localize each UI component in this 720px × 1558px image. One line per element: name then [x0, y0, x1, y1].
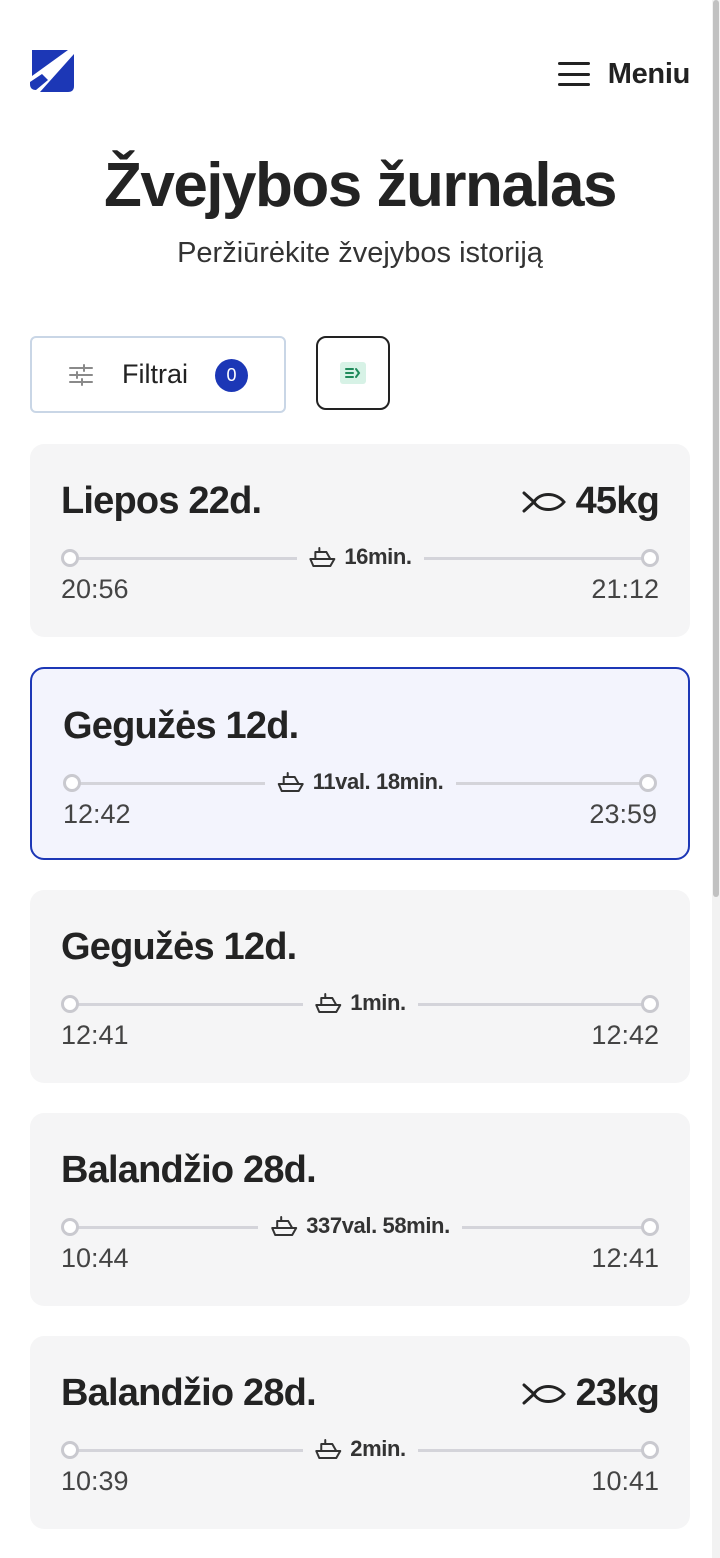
timeline-line — [77, 557, 297, 560]
trip-date: Balandžio 28d. — [61, 1372, 317, 1414]
timeline-start-dot — [61, 1441, 79, 1459]
trip-duration: 337val. 58min. — [258, 1213, 462, 1239]
sliders-icon — [69, 363, 93, 386]
sort-button[interactable] — [316, 336, 390, 410]
trip-start-time: 12:42 — [63, 799, 131, 829]
trip-card[interactable]: Gegužės 12d. 1min. 12:41 12:42 — [30, 890, 690, 1083]
header: Meniu — [0, 0, 712, 150]
timeline-end-dot — [641, 1218, 659, 1236]
trip-start-time: 10:44 — [61, 1243, 129, 1273]
boat-icon — [315, 1439, 342, 1459]
trip-end-time: 21:12 — [591, 574, 659, 604]
trip-duration-text: 1min. — [350, 990, 406, 1015]
sort-icon — [340, 362, 366, 384]
trip-duration: 16min. — [296, 544, 423, 570]
timeline-end-dot — [641, 1441, 659, 1459]
timeline-line — [417, 1449, 643, 1452]
trip-date: Balandžio 28d. — [61, 1149, 317, 1191]
trip-weight-value: 45kg — [575, 480, 660, 522]
filters-label: Filtrai — [122, 359, 188, 389]
timeline-start-dot — [63, 774, 81, 792]
timeline-line — [423, 557, 643, 560]
trip-weight: 45kg — [522, 480, 660, 523]
trip-duration-text: 2min. — [350, 1436, 406, 1461]
filter-count-badge: 0 — [215, 359, 248, 392]
trip-end-time: 10:41 — [591, 1466, 659, 1496]
boat-icon — [315, 993, 342, 1013]
trip-date: Gegužės 12d. — [63, 705, 299, 747]
filters-button[interactable]: Filtrai 0 — [30, 336, 286, 413]
trip-start-time: 10:39 — [61, 1466, 129, 1496]
trip-start-time: 12:41 — [61, 1020, 129, 1050]
fish-icon — [522, 491, 566, 512]
timeline-start-dot — [61, 1218, 79, 1236]
page-subtitle: Peržiūrėkite žvejybos istoriją — [177, 237, 543, 269]
trip-timeline: 16min. — [61, 544, 659, 570]
trip-duration: 1min. — [302, 990, 417, 1016]
trip-card[interactable]: Liepos 22d. 45kg 16min. 20:56 21:12 — [30, 444, 690, 637]
hamburger-icon — [557, 62, 590, 86]
menu-button[interactable]: Meniu — [557, 52, 691, 96]
trip-end-time: 23:59 — [589, 799, 657, 829]
trip-card[interactable]: Gegužės 12d. 11val. 18min. 12:42 23:59 — [30, 667, 690, 860]
fish-icon — [522, 1383, 566, 1404]
trip-weight: 23kg — [522, 1372, 660, 1415]
trip-timeline: 337val. 58min. — [61, 1213, 659, 1239]
trip-duration-text: 16min. — [344, 544, 412, 569]
logo-icon[interactable] — [28, 46, 76, 94]
boat-icon — [271, 1216, 298, 1236]
trip-duration: 11val. 18min. — [265, 769, 456, 795]
timeline-line — [77, 1449, 303, 1452]
trip-card[interactable]: Balandžio 28d. 23kg 2min. 10:39 10:41 — [30, 1336, 690, 1529]
trip-duration-text: 11val. 18min. — [312, 769, 444, 794]
trip-timeline: 11val. 18min. — [63, 769, 657, 795]
trip-duration-text: 337val. 58min. — [306, 1213, 450, 1238]
trip-end-time: 12:41 — [591, 1243, 659, 1273]
page-title: Žvejybos žurnalas — [103, 151, 618, 220]
trip-duration: 2min. — [302, 1436, 417, 1462]
timeline-line — [417, 1003, 643, 1006]
boat-icon — [309, 547, 336, 567]
timeline-start-dot — [61, 549, 79, 567]
timeline-line — [77, 1003, 303, 1006]
trip-start-time: 20:56 — [61, 574, 129, 604]
trip-weight-value: 23kg — [575, 1372, 660, 1414]
boat-icon — [277, 772, 304, 792]
trip-date: Gegužės 12d. — [61, 926, 297, 968]
timeline-line — [462, 1226, 643, 1229]
menu-label: Meniu — [607, 57, 691, 90]
timeline-line — [455, 782, 641, 785]
trip-end-time: 12:42 — [591, 1020, 659, 1050]
page-scrollbar[interactable] — [712, 0, 720, 1558]
trip-date: Liepos 22d. — [61, 480, 262, 522]
trip-card[interactable]: Balandžio 28d. 337val. 58min. 10:44 12:4… — [30, 1113, 690, 1306]
scrollbar-thumb[interactable] — [713, 0, 719, 897]
trip-timeline: 1min. — [61, 990, 659, 1016]
timeline-line — [77, 1226, 258, 1229]
timeline-end-dot — [641, 549, 659, 567]
trip-timeline: 2min. — [61, 1436, 659, 1462]
timeline-line — [79, 782, 265, 785]
timeline-end-dot — [639, 774, 657, 792]
timeline-end-dot — [641, 995, 659, 1013]
timeline-start-dot — [61, 995, 79, 1013]
